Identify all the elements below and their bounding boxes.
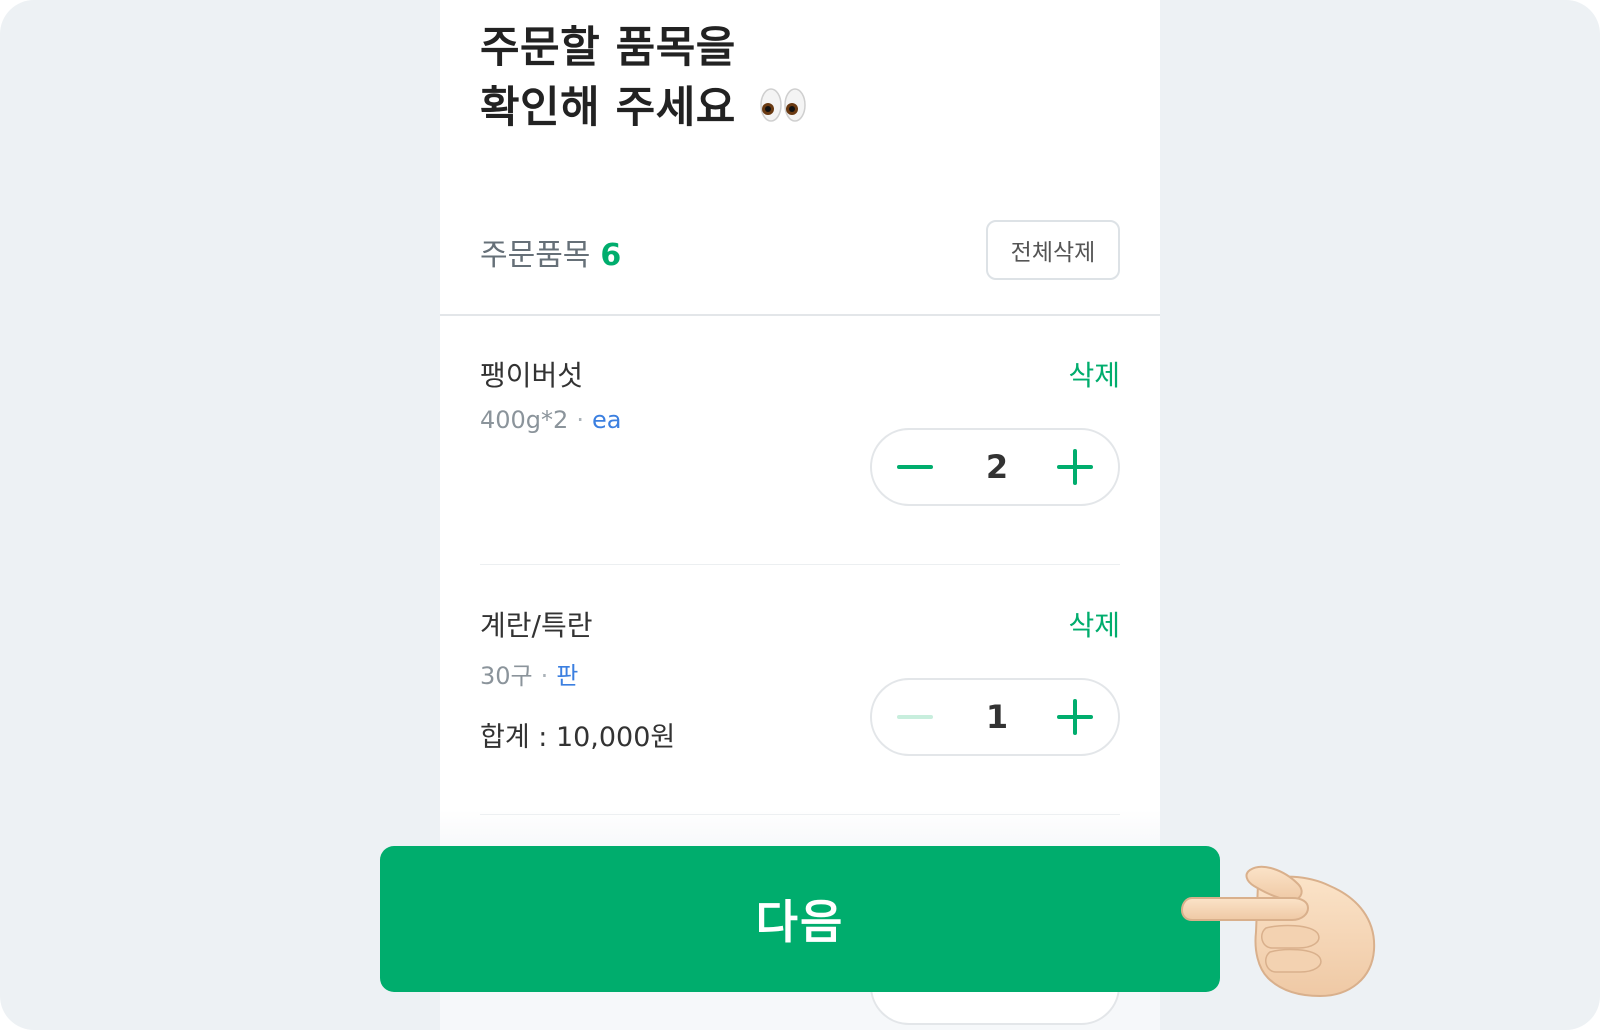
item-unit: ea (591, 406, 622, 434)
page-title-line1: 주문할 품목을 (480, 23, 736, 73)
minus-icon[interactable] (892, 694, 938, 740)
page-title-line2-text: 확인해 주세요 (480, 83, 736, 133)
plus-icon[interactable] (1052, 694, 1098, 740)
clear-all-button[interactable]: 전체삭제 (986, 220, 1120, 280)
separator-dot: · (540, 662, 549, 690)
minus-icon[interactable] (892, 444, 938, 490)
screen-background: 주문할 품목을 확인해 주세요 주문품목 6 전체삭제 팽이버섯 삭제 400g… (0, 0, 1600, 1030)
item-name: 계란/특란 (480, 609, 593, 642)
quantity-stepper: 2 (870, 428, 1120, 506)
order-item-label: 주문품목 (480, 238, 591, 273)
quantity-stepper: 1 (870, 678, 1120, 756)
separator-dot: · (576, 406, 584, 434)
delete-item-button[interactable]: 삭제 (1068, 354, 1120, 394)
item-name: 팽이버섯 (480, 359, 584, 392)
item-spec: 400g*2 · ea (480, 406, 621, 434)
page-title: 주문할 품목을 확인해 주세요 (480, 18, 807, 141)
next-button[interactable]: 다음 (380, 846, 1220, 992)
pointing-hand-icon (1180, 865, 1376, 998)
quantity-value: 1 (985, 698, 1009, 736)
page-title-line2: 확인해 주세요 (480, 78, 807, 141)
list-item: 팽이버섯 삭제 400g*2 · ea 2 (480, 340, 1120, 590)
eyes-icon (759, 81, 807, 141)
order-item-count-value: 6 (600, 238, 622, 273)
plus-icon[interactable] (1052, 444, 1098, 490)
quantity-value: 2 (985, 448, 1009, 486)
delete-item-button[interactable]: 삭제 (1068, 604, 1120, 644)
item-spec-size: 30구 (480, 662, 533, 690)
item-divider (480, 564, 1120, 565)
list-item: 계란/특란 삭제 30구 · 판 합계 : 10,000원 1 (480, 590, 1120, 840)
section-divider (440, 314, 1160, 316)
order-item-count: 주문품목 6 (480, 230, 621, 274)
item-total: 합계 : 10,000원 (480, 722, 676, 753)
item-spec: 30구 · 판 (480, 656, 578, 691)
item-unit: 판 (556, 662, 579, 690)
item-spec-size: 400g*2 (480, 406, 569, 434)
